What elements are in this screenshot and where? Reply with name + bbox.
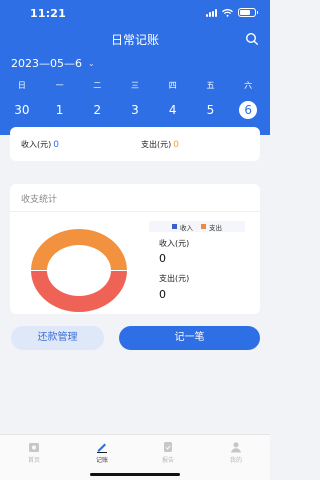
search-icon[interactable] <box>245 32 259 46</box>
weekday-row: 日 一 二 三 四 五 六 <box>3 80 267 91</box>
repayment-management-button[interactable]: 还款管理 <box>11 326 104 350</box>
header: 11:21 日常记账 2023—05—6 ⌄ 日 一 二 三 四 五 六 30 … <box>0 0 270 135</box>
weekday-label: 四 <box>168 81 177 90</box>
weekday-label: 六 <box>244 81 253 90</box>
donut-bottom-segment <box>31 270 127 312</box>
tab-bookkeeping[interactable]: 记账 <box>82 441 122 464</box>
legend-income-label: 收入 <box>180 223 193 232</box>
selected-day-number: 6 <box>239 101 258 119</box>
stats-expense-label: 支出(元) <box>159 274 190 283</box>
income-summary: 收入(元) 0 <box>21 139 59 150</box>
add-record-button[interactable]: 记一笔 <box>119 326 260 350</box>
stats-card: 收支统计 收入 支出 收入(元) 0 支出(元) 0 <box>10 184 260 314</box>
legend-expense: 支出 <box>201 222 222 232</box>
stats-expense-value: 0 <box>159 288 166 301</box>
stats-heading: 收支统计 <box>21 195 58 205</box>
tab-label: 报告 <box>161 457 174 464</box>
donut-chart <box>31 229 127 312</box>
stats-income-label: 收入(元) <box>159 239 190 248</box>
current-date: 2023—05—6 <box>11 57 82 70</box>
day-item[interactable]: 1 <box>41 101 79 119</box>
cellular-signal-icon <box>206 8 217 17</box>
status-time: 11:21 <box>30 7 67 20</box>
page-title: 日常记账 <box>110 33 159 47</box>
summary-card: 收入(元) 0 支出(元) 0 <box>10 127 260 161</box>
expense-value: 0 <box>173 140 179 150</box>
home-indicator <box>90 473 180 476</box>
income-label: 收入(元) <box>21 140 52 149</box>
date-picker[interactable]: 2023—05—6 ⌄ <box>11 57 95 70</box>
legend-expense-label: 支出 <box>209 223 222 232</box>
user-icon <box>231 442 241 453</box>
day-item[interactable]: 30 <box>3 101 41 119</box>
status-bar: 11:21 <box>0 0 270 24</box>
day-item[interactable]: 3 <box>116 101 154 119</box>
weekday-label: 五 <box>206 81 215 90</box>
tab-label: 记账 <box>95 457 108 464</box>
weekday-label: 二 <box>93 81 102 90</box>
day-item[interactable]: 4 <box>154 101 192 119</box>
wifi-icon <box>222 8 233 17</box>
legend-expense-swatch <box>201 224 206 229</box>
home-icon <box>29 443 39 452</box>
chart-legend: 收入 支出 <box>149 221 245 232</box>
expense-summary: 支出(元) 0 <box>141 139 179 150</box>
status-icons <box>206 8 258 17</box>
day-item[interactable]: 2 <box>78 101 116 119</box>
income-value: 0 <box>53 140 59 150</box>
day-item-selected[interactable]: 6 <box>229 101 267 119</box>
app-screen: 11:21 日常记账 2023—05—6 ⌄ 日 一 二 三 四 五 六 30 … <box>0 0 270 480</box>
tab-report[interactable]: 报告 <box>148 441 188 464</box>
weekday-label: 一 <box>55 81 64 90</box>
expense-label: 支出(元) <box>141 140 172 149</box>
tab-label: 我的 <box>229 457 242 464</box>
weekday-label: 日 <box>17 81 26 90</box>
tab-home[interactable]: 首页 <box>14 441 54 464</box>
battery-icon <box>238 8 258 17</box>
pen-icon <box>97 443 107 453</box>
legend-income: 收入 <box>172 222 193 232</box>
day-row: 30 1 2 3 4 5 6 <box>3 101 267 119</box>
day-item[interactable]: 5 <box>192 101 230 119</box>
legend-income-swatch <box>172 224 177 229</box>
tab-label: 首页 <box>27 457 40 464</box>
divider <box>10 211 260 212</box>
weekday-label: 三 <box>131 81 139 90</box>
tab-profile[interactable]: 我的 <box>216 441 256 464</box>
donut-top-segment <box>31 229 127 271</box>
report-icon <box>164 442 172 452</box>
stats-income-value: 0 <box>159 252 166 265</box>
chevron-down-icon: ⌄ <box>88 59 95 68</box>
